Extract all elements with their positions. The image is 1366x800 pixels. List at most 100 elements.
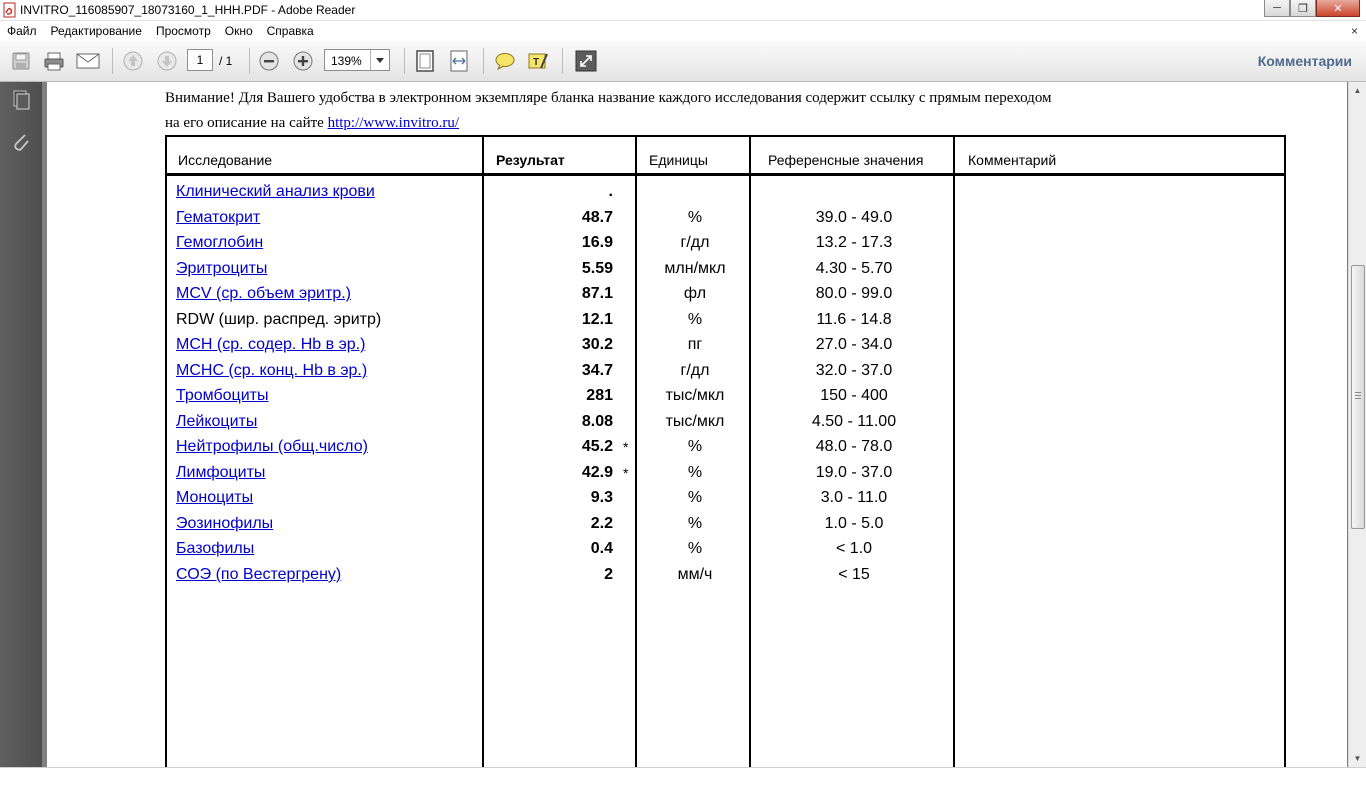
reference-range: 27.0 - 34.0 xyxy=(815,336,893,353)
study-link[interactable]: MCV (ср. объем эритр.) xyxy=(176,285,351,303)
unit-value: % xyxy=(687,464,703,481)
menu-window[interactable]: Окно xyxy=(218,24,260,38)
attachment-icon[interactable] xyxy=(9,130,33,154)
reference-range: < 15 xyxy=(838,566,870,583)
study-link[interactable]: Лейкоциты xyxy=(176,413,257,431)
scroll-up-icon[interactable]: ▲ xyxy=(1349,82,1366,98)
unit-value: % xyxy=(687,438,703,455)
result-value: 9.3 xyxy=(590,489,613,506)
scroll-thumb[interactable] xyxy=(1351,265,1365,529)
page-down-icon[interactable] xyxy=(155,49,179,73)
notice-line-2: на его описание на сайте http://www.invi… xyxy=(165,115,459,132)
status-strip xyxy=(0,767,1366,800)
study-link[interactable]: Лимфоциты xyxy=(176,464,265,482)
page-number-input[interactable] xyxy=(187,49,213,71)
result-value: 16.9 xyxy=(581,234,613,251)
pdf-file-icon xyxy=(3,2,16,18)
zoom-value: 139% xyxy=(331,54,362,68)
highlight-icon[interactable]: T xyxy=(526,49,550,73)
study-link[interactable]: Клинический анализ крови xyxy=(176,183,375,201)
unit-value: пг xyxy=(687,336,703,353)
unit-value: г/дл xyxy=(680,362,710,379)
unit-value: г/дл xyxy=(680,234,710,251)
zoom-select[interactable]: 139% xyxy=(324,49,390,71)
notice-prefix: на его описание на сайте xyxy=(165,115,328,131)
pages-icon[interactable] xyxy=(9,88,33,112)
unit-value: % xyxy=(687,540,703,557)
scroll-down-icon[interactable]: ▼ xyxy=(1349,750,1366,766)
save-icon[interactable] xyxy=(9,49,33,73)
result-value: 45.2 xyxy=(581,438,613,455)
header-reference: Референсные значения xyxy=(768,152,924,168)
email-icon[interactable] xyxy=(76,49,100,73)
study-link[interactable]: MCH (ср. содер. Hb в эр.) xyxy=(176,336,365,354)
notice-line-1: Внимание! Для Вашего удобства в электрон… xyxy=(165,90,1052,106)
toolbar-separator xyxy=(249,48,250,74)
result-value: 0.4 xyxy=(590,540,613,557)
study-link[interactable]: Тромбоциты xyxy=(176,387,268,405)
study-link[interactable]: Гемоглобин xyxy=(176,234,263,252)
result-flag: * xyxy=(623,439,629,455)
result-value: 12.1 xyxy=(581,311,613,328)
study-link[interactable]: Нейтрофилы (общ.число) xyxy=(176,438,368,456)
result-value: 2.2 xyxy=(590,515,613,532)
print-icon[interactable] xyxy=(42,49,66,73)
unit-value: тыс/мкл xyxy=(665,413,725,430)
result-flag: * xyxy=(623,465,629,481)
unit-value: % xyxy=(687,515,703,532)
menu-edit[interactable]: Редактирование xyxy=(44,24,149,38)
svg-text:T: T xyxy=(533,57,539,68)
unit-value: млн/мкл xyxy=(664,260,726,277)
maximize-button[interactable]: ❐ xyxy=(1290,0,1316,17)
table-divider xyxy=(482,135,484,775)
study-link[interactable]: СОЭ (по Вестергрену) xyxy=(176,566,341,584)
result-value: 34.7 xyxy=(581,362,613,379)
close-button[interactable]: ✕ xyxy=(1316,0,1360,17)
header-result: Результат xyxy=(496,152,565,168)
toolbar-separator xyxy=(404,48,405,74)
header-units: Единицы xyxy=(649,152,708,168)
reference-range: 3.0 - 11.0 xyxy=(820,489,888,506)
study-link[interactable]: Гематокрит xyxy=(176,209,260,227)
study-link[interactable]: Эритроциты xyxy=(176,260,267,278)
fit-page-icon[interactable] xyxy=(413,49,437,73)
unit-value: мм/ч xyxy=(677,566,713,583)
zoom-in-icon[interactable] xyxy=(291,49,315,73)
reference-range: 80.0 - 99.0 xyxy=(815,285,893,302)
menu-help[interactable]: Справка xyxy=(260,24,321,38)
study-link[interactable]: Эозинофилы xyxy=(176,515,273,533)
table-divider xyxy=(635,135,637,775)
vertical-scrollbar[interactable]: ▲ ▼ xyxy=(1348,82,1366,767)
toolbar-separator xyxy=(562,48,563,74)
menu-file[interactable]: Файл xyxy=(0,24,44,38)
unit-value: % xyxy=(687,489,703,506)
result-value: 5.59 xyxy=(581,260,613,277)
comments-panel-button[interactable]: Комментарии xyxy=(1258,53,1352,69)
table-header-divider xyxy=(165,173,1286,176)
menu-close-icon[interactable]: × xyxy=(1351,24,1358,38)
fit-width-icon[interactable] xyxy=(447,49,471,73)
reference-range: 1.0 - 5.0 xyxy=(824,515,884,532)
navigation-pane xyxy=(0,82,42,767)
chevron-down-icon[interactable] xyxy=(370,50,389,70)
comment-icon[interactable] xyxy=(493,49,517,73)
reference-range: 13.2 - 17.3 xyxy=(815,234,893,251)
study-link[interactable]: MCHC (ср. конц. Hb в эр.) xyxy=(176,362,367,380)
reference-range: 48.0 - 78.0 xyxy=(815,438,893,455)
page-up-icon[interactable] xyxy=(121,49,145,73)
title-bar: INVITRO_116085907_18073160_1_HHH.PDF - A… xyxy=(0,0,1366,21)
minimize-button[interactable]: ─ xyxy=(1264,0,1290,17)
invitro-link[interactable]: http://www.invitro.ru/ xyxy=(328,115,460,131)
zoom-out-icon[interactable] xyxy=(257,49,281,73)
study-link[interactable]: Моноциты xyxy=(176,489,253,507)
result-value: 42.9 xyxy=(581,464,613,481)
study-link[interactable]: Базофилы xyxy=(176,540,254,558)
result-value: 8.08 xyxy=(581,413,613,430)
reference-range: 19.0 - 37.0 xyxy=(815,464,893,481)
menu-view[interactable]: Просмотр xyxy=(149,24,218,38)
fullscreen-icon[interactable] xyxy=(574,49,598,73)
result-value: 2 xyxy=(604,566,613,583)
result-value: 281 xyxy=(586,387,613,404)
header-comment: Комментарий xyxy=(968,152,1057,168)
result-value: 30.2 xyxy=(581,336,613,353)
